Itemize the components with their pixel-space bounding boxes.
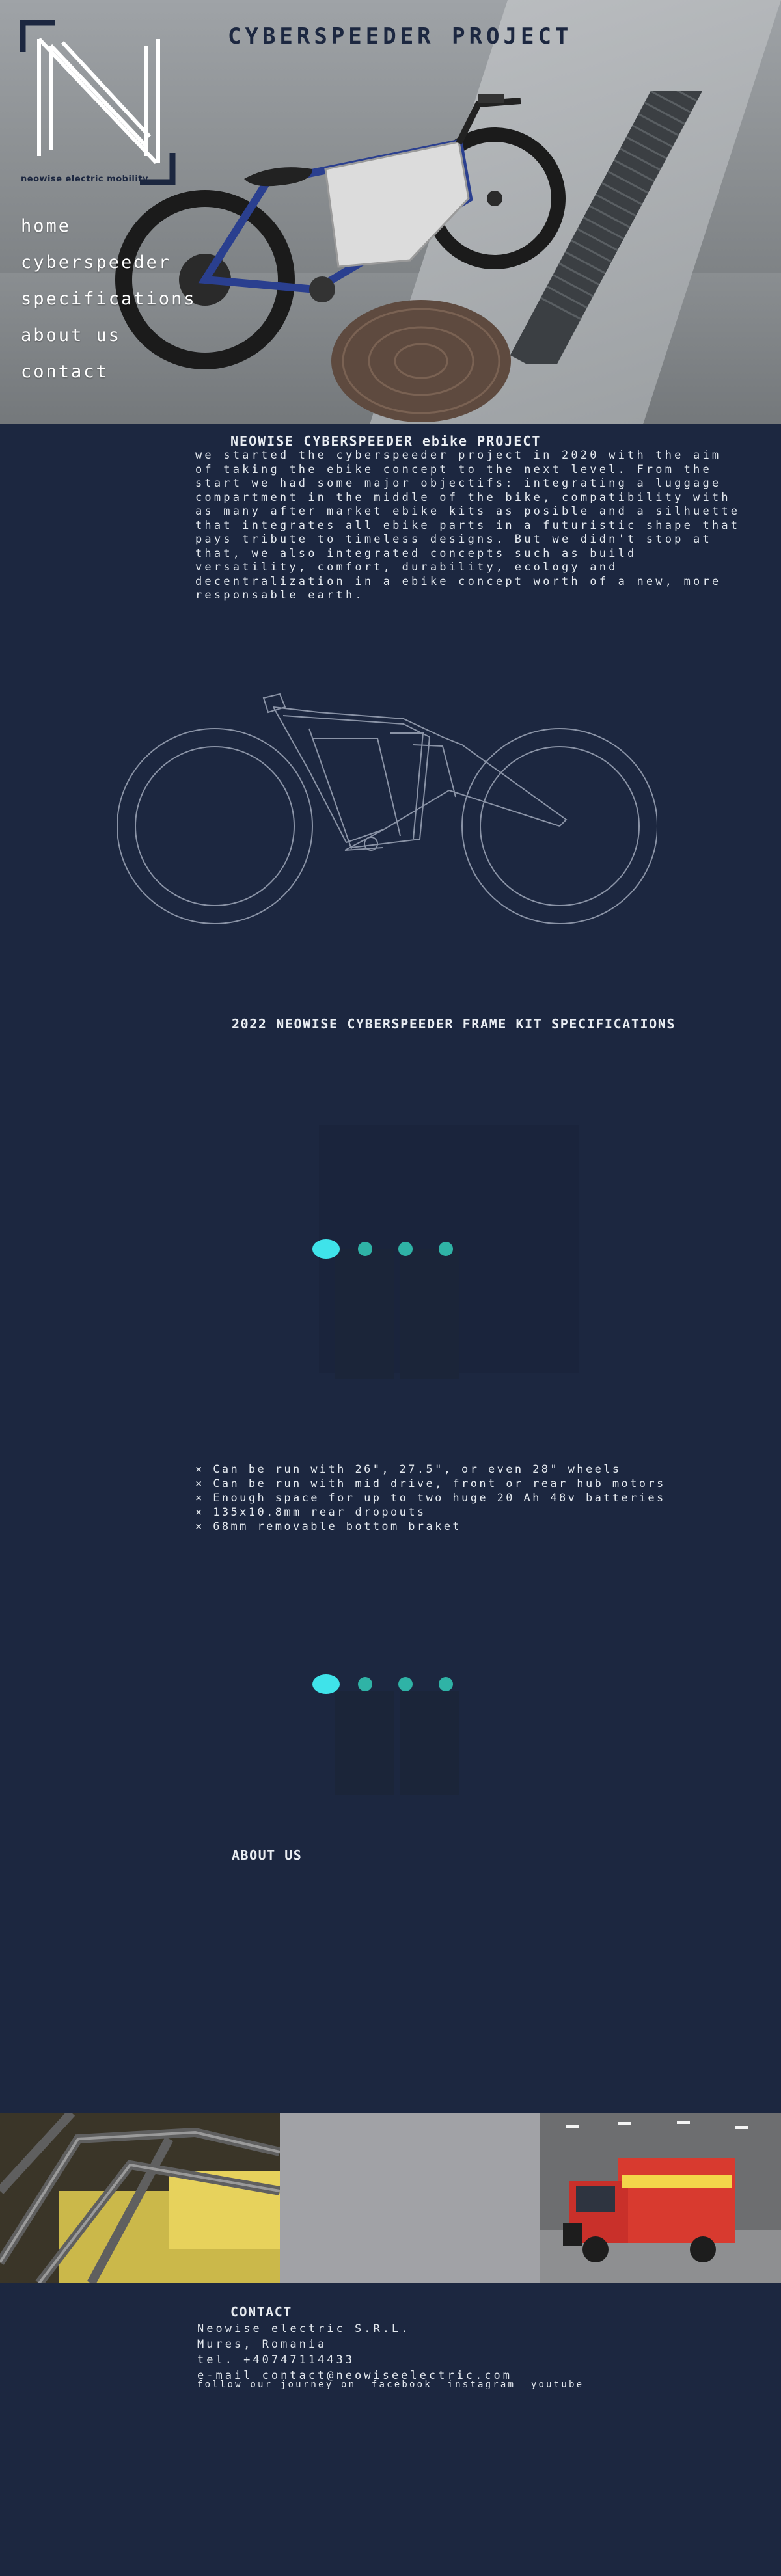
slider-dot[interactable] xyxy=(358,1677,372,1691)
slider-2-panel xyxy=(400,1691,459,1795)
instagram-link[interactable]: instagram xyxy=(448,2380,516,2390)
gallery-photo-image xyxy=(0,2113,280,2283)
nav-home[interactable]: home xyxy=(21,215,197,238)
nav-cyberspeeder[interactable]: cyberspeeder xyxy=(21,251,197,275)
spec-item: Enough space for up to two huge 20 Ah 48… xyxy=(195,1491,666,1505)
about-title: ABOUT US xyxy=(232,1847,303,1863)
facebook-link[interactable]: facebook xyxy=(372,2380,432,2390)
hero-banner: neowise electric mobility CYBERSPEEDER P… xyxy=(0,0,781,424)
slider-2-panel xyxy=(335,1691,394,1795)
youtube-link[interactable]: youtube xyxy=(531,2380,584,2390)
spec-item: 68mm removable bottom braket xyxy=(195,1520,666,1534)
follow-label: follow our journey on xyxy=(197,2380,357,2390)
specs-title: 2022 NEOWISE CYBERSPEEDER FRAME KIT SPEC… xyxy=(232,1016,676,1032)
slider-1-panel xyxy=(400,1249,459,1379)
intro-title: NEOWISE CYBERSPEEDER ebike PROJECT xyxy=(230,433,541,449)
contact-details: Neowise electric S.R.L. Mures, Romania t… xyxy=(197,2321,512,2383)
spec-item: Can be run with mid drive, front or rear… xyxy=(195,1477,666,1491)
spec-item: 135x10.8mm rear dropouts xyxy=(195,1505,666,1520)
slider-dot[interactable] xyxy=(398,1242,413,1256)
photo-gallery xyxy=(0,2113,781,2283)
gallery-photo-image xyxy=(540,2113,781,2283)
slider-dot[interactable] xyxy=(312,1674,340,1694)
slider-dot[interactable] xyxy=(439,1677,453,1691)
spec-item: Can be run with 26", 27.5", or even 28" … xyxy=(195,1462,666,1477)
gallery-photo-frame-build[interactable] xyxy=(0,2113,280,2283)
gallery-photo-placeholder[interactable] xyxy=(280,2113,540,2283)
nav-about-us[interactable]: about us xyxy=(21,324,197,347)
nav-specifications[interactable]: specifications xyxy=(21,288,197,311)
slider-1-panel xyxy=(335,1249,394,1379)
logo-text: neowise electric mobility xyxy=(21,174,148,184)
slider-dot[interactable] xyxy=(358,1242,372,1256)
company-location: Mures, Romania xyxy=(197,2338,327,2351)
phone-number[interactable]: tel. +40747114433 xyxy=(197,2352,512,2368)
site-title: CYBERSPEEDER PROJECT xyxy=(228,23,573,49)
gallery-photo-truck[interactable] xyxy=(540,2113,781,2283)
bike-frame-drawing xyxy=(117,693,657,924)
slider-1-dots xyxy=(312,1239,472,1259)
neowise-logo-icon xyxy=(20,20,176,185)
company-name: Neowise electric S.R.L. xyxy=(197,2322,411,2335)
slider-dot[interactable] xyxy=(439,1242,453,1256)
contact-title: CONTACT xyxy=(230,2304,292,2320)
social-links: follow our journey on facebook instagram… xyxy=(197,2380,592,2390)
specs-list: Can be run with 26", 27.5", or even 28" … xyxy=(195,1462,666,1534)
slider-dot[interactable] xyxy=(312,1239,340,1259)
main-nav: home cyberspeeder specifications about u… xyxy=(21,215,197,397)
intro-text: we started the cyberspeeder project in 2… xyxy=(195,449,741,602)
slider-dot[interactable] xyxy=(398,1677,413,1691)
nav-contact[interactable]: contact xyxy=(21,360,197,384)
slider-2-dots xyxy=(312,1674,472,1694)
